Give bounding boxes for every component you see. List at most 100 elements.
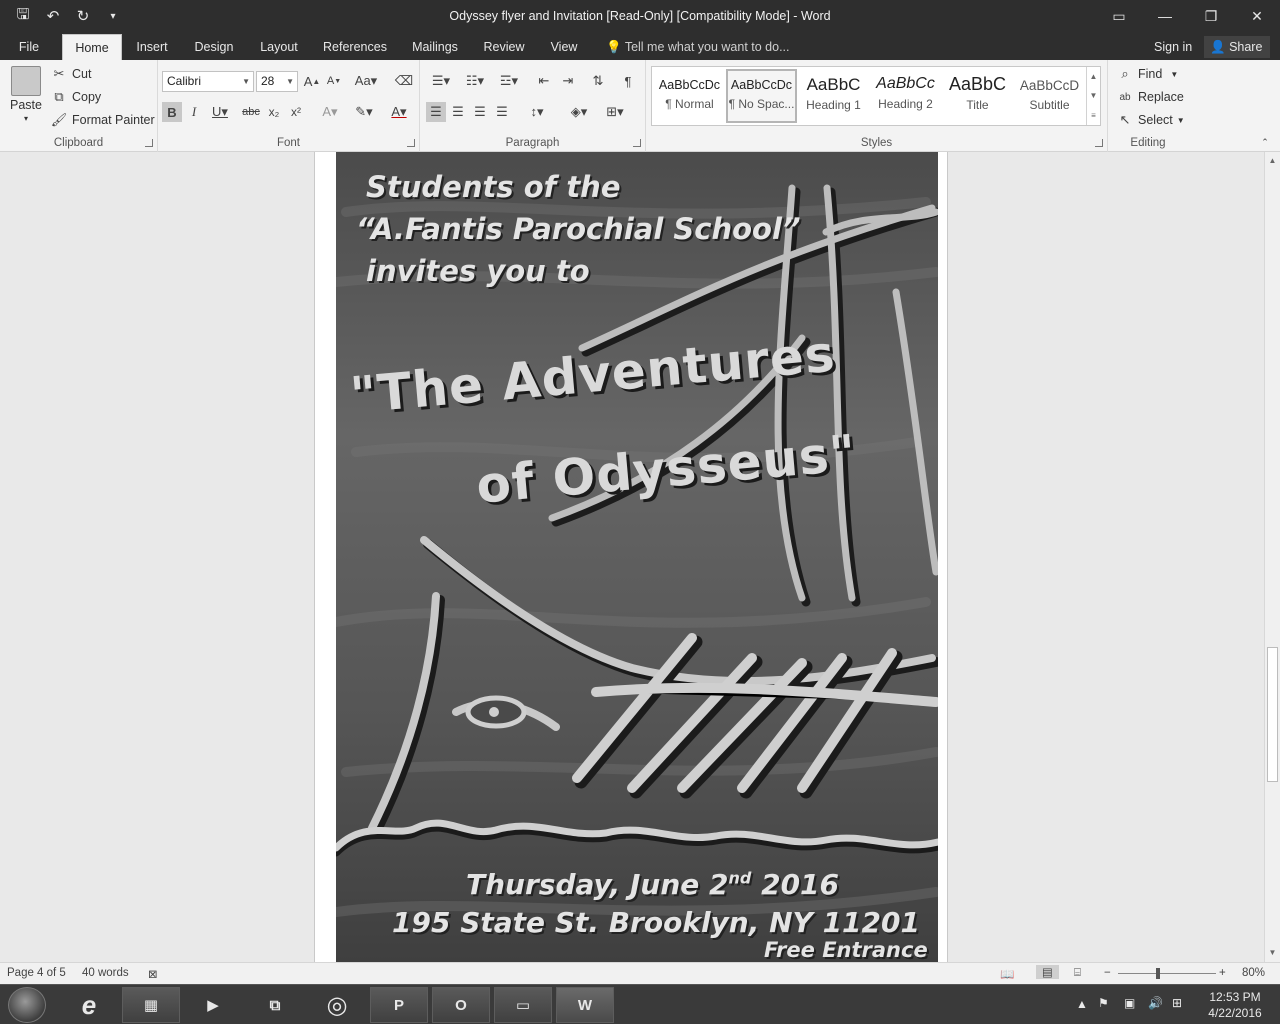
style-heading-2[interactable]: AaBbCc Heading 2 <box>870 69 941 123</box>
ribbon-display-options-icon[interactable]: ▭ <box>1096 0 1142 32</box>
flyer-image[interactable]: Students of the “A.Fantis Parochial Scho… <box>336 152 938 962</box>
zoom-level[interactable]: 80% <box>1242 967 1265 979</box>
show-hide-icon[interactable]: ¶ <box>618 71 638 91</box>
tab-mailings[interactable]: Mailings <box>404 34 466 60</box>
file-explorer-icon[interactable]: ▦ <box>122 987 180 1023</box>
volume-icon[interactable]: 🔊 <box>1148 996 1163 1010</box>
text-effects-icon[interactable]: A▾ <box>316 102 344 122</box>
tab-review[interactable]: Review <box>478 34 530 60</box>
internet-explorer-icon[interactable]: e <box>60 987 118 1023</box>
format-painter-button[interactable]: 🖌 Format Painter <box>50 111 155 129</box>
photo-viewer-icon[interactable]: ▭ <box>494 987 552 1023</box>
align-left-icon[interactable]: ☰ <box>426 102 446 122</box>
highlight-icon[interactable]: ✎▾ <box>348 102 380 122</box>
styles-gallery-scroll[interactable]: ▲ ▼ ≡ <box>1086 67 1100 125</box>
page-count[interactable]: Page 4 of 5 <box>7 967 66 979</box>
copy-button[interactable]: ⧉ Copy <box>50 88 101 106</box>
multilevel-list-icon[interactable]: ☲▾ <box>494 71 524 91</box>
replace-button[interactable]: ab Replace <box>1116 88 1183 106</box>
grow-font-icon[interactable]: A ▲ <box>302 71 322 91</box>
tab-file[interactable]: File <box>8 34 50 60</box>
tab-insert[interactable]: Insert <box>128 34 176 60</box>
scroll-up-icon[interactable]: ▲ <box>1265 154 1280 168</box>
tab-references[interactable]: References <box>318 34 392 60</box>
start-button[interactable] <box>8 987 46 1023</box>
scroll-down-icon[interactable]: ▼ <box>1265 946 1280 960</box>
language-icon[interactable]: ⊞ <box>1172 996 1182 1010</box>
media-player-icon[interactable]: ▶ <box>184 987 242 1023</box>
clock[interactable]: 12:53 PM 4/22/2016 <box>1206 990 1264 1020</box>
paste-button[interactable]: Paste ▾ <box>8 66 44 123</box>
italic-icon[interactable]: I <box>184 102 204 122</box>
sort-icon[interactable]: ⇅ <box>588 71 608 91</box>
increase-indent-icon[interactable]: ⇥ <box>558 71 578 91</box>
proofing-icon[interactable]: ⊠ <box>148 967 158 981</box>
decrease-indent-icon[interactable]: ⇤ <box>534 71 554 91</box>
sign-in-link[interactable]: Sign in <box>1154 34 1192 60</box>
bullets-icon[interactable]: ☰▾ <box>426 71 456 91</box>
style-no-spacing[interactable]: AaBbCcDc ¶ No Spac... <box>726 69 797 123</box>
shrink-font-icon[interactable]: A ▼ <box>324 71 344 91</box>
read-mode-icon[interactable]: 📖 <box>1000 967 1014 981</box>
strikethrough-icon[interactable]: abc <box>240 102 262 122</box>
line-spacing-icon[interactable]: ↕▾ <box>522 102 552 122</box>
word-count[interactable]: 40 words <box>82 967 129 979</box>
network-icon[interactable]: ▣ <box>1124 996 1135 1010</box>
borders-icon[interactable]: ⊞▾ <box>600 102 630 122</box>
tab-design[interactable]: Design <box>186 34 242 60</box>
change-case-icon[interactable]: Aa▾ <box>352 71 380 91</box>
print-layout-icon[interactable]: ▤ <box>1036 965 1059 979</box>
network-app-icon[interactable]: ⧉ <box>246 987 304 1023</box>
chrome-icon[interactable]: ◎ <box>308 987 366 1023</box>
copy-label: Copy <box>72 90 102 104</box>
font-dialog-launcher[interactable] <box>407 139 415 147</box>
style-heading-1[interactable]: AaBbC Heading 1 <box>798 69 869 123</box>
style-subtitle[interactable]: AaBbCcD Subtitle <box>1014 69 1085 123</box>
justify-icon[interactable]: ☰ <box>492 102 512 122</box>
show-hidden-icons-icon[interactable]: ▲ <box>1076 997 1088 1011</box>
action-center-icon[interactable]: ⚑ <box>1098 996 1109 1010</box>
tell-me-box[interactable]: 💡 Tell me what you want to do... <box>606 34 790 60</box>
paragraph-dialog-launcher[interactable] <box>633 139 641 147</box>
restore-button[interactable]: ❐ <box>1188 0 1234 32</box>
center-icon[interactable]: ☰ <box>448 102 468 122</box>
zoom-slider[interactable] <box>1118 973 1216 974</box>
web-layout-icon[interactable]: ⌸ <box>1074 967 1081 980</box>
cut-button[interactable]: ✂ Cut <box>50 65 92 83</box>
close-button[interactable]: ✕ <box>1234 0 1280 32</box>
minimize-button[interactable]: — <box>1142 0 1188 32</box>
bold-icon[interactable]: B <box>162 102 182 122</box>
scroll-thumb[interactable] <box>1267 647 1278 782</box>
superscript-icon[interactable]: x² <box>286 102 306 122</box>
tab-layout[interactable]: Layout <box>252 34 306 60</box>
zoom-slider-thumb[interactable] <box>1155 968 1160 979</box>
more-styles-icon[interactable]: ≡ <box>1091 111 1096 120</box>
clear-formatting-icon[interactable]: ⌫ <box>394 71 414 91</box>
find-button[interactable]: ⌕ Find ▼ <box>1116 65 1178 83</box>
zoom-in-icon[interactable]: + <box>1219 967 1226 979</box>
styles-dialog-launcher[interactable] <box>1095 139 1103 147</box>
word-icon[interactable]: W <box>556 987 614 1023</box>
collapse-ribbon-icon[interactable]: ⌃ <box>1258 136 1272 148</box>
clipboard-dialog-launcher[interactable] <box>145 139 153 147</box>
tab-view[interactable]: View <box>542 34 586 60</box>
font-color-icon[interactable]: A▾ <box>384 102 414 122</box>
zoom-out-icon[interactable]: − <box>1104 967 1111 979</box>
font-size-combo[interactable]: 28 ▼ <box>256 71 298 92</box>
numbering-icon[interactable]: ☷▾ <box>460 71 490 91</box>
outlook-icon[interactable]: O <box>432 987 490 1023</box>
font-name-combo[interactable]: Calibri ▼ <box>162 71 254 92</box>
powerpoint-icon[interactable]: P <box>370 987 428 1023</box>
subscript-icon[interactable]: x₂ <box>264 102 284 122</box>
vertical-scrollbar[interactable]: ▲ ▼ <box>1264 152 1280 962</box>
chevron-up-icon[interactable]: ▲ <box>1090 72 1098 81</box>
select-button[interactable]: ↖ Select ▼ <box>1116 111 1185 129</box>
style-title[interactable]: AaBbC Title <box>942 69 1013 123</box>
share-button[interactable]: 👤 Share <box>1204 36 1271 58</box>
style-normal[interactable]: AaBbCcDc ¶ Normal <box>654 69 725 123</box>
shading-icon[interactable]: ◈▾ <box>562 102 596 122</box>
tab-home[interactable]: Home <box>62 34 122 60</box>
chevron-down-icon[interactable]: ▼ <box>1090 91 1098 100</box>
underline-icon[interactable]: U▾ <box>206 102 234 122</box>
align-right-icon[interactable]: ☰ <box>470 102 490 122</box>
